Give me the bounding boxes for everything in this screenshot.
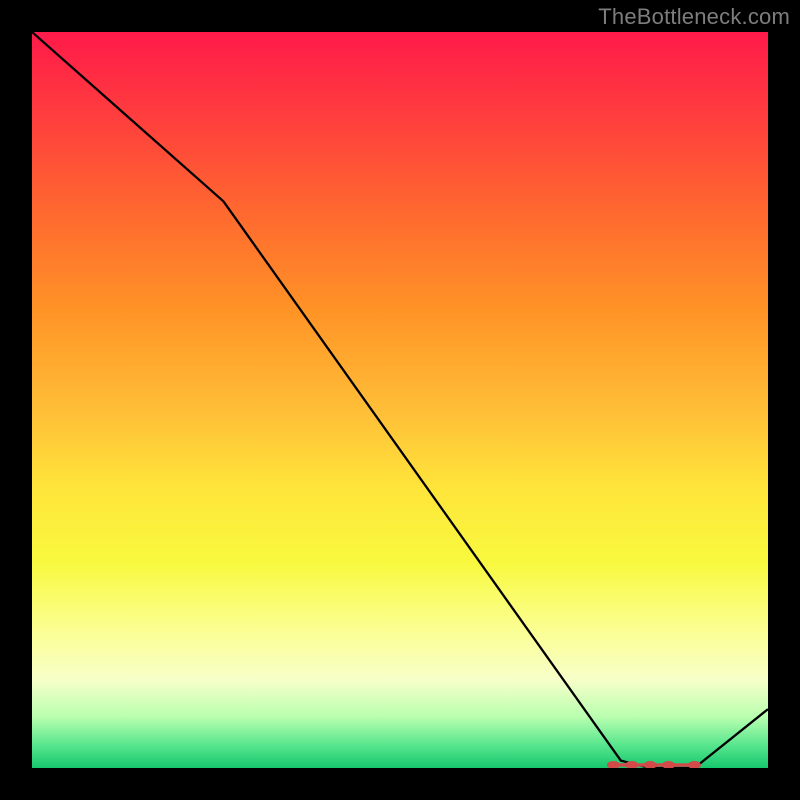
plot-area (32, 32, 768, 768)
chart-frame: TheBottleneck.com (0, 0, 800, 800)
data-marker (663, 762, 675, 769)
attribution-text: TheBottleneck.com (598, 4, 790, 30)
data-marker (644, 762, 656, 769)
data-marker (607, 762, 619, 769)
data-marker (688, 762, 700, 769)
data-marker (626, 762, 638, 769)
chart-svg (32, 32, 768, 768)
data-line (32, 32, 768, 768)
